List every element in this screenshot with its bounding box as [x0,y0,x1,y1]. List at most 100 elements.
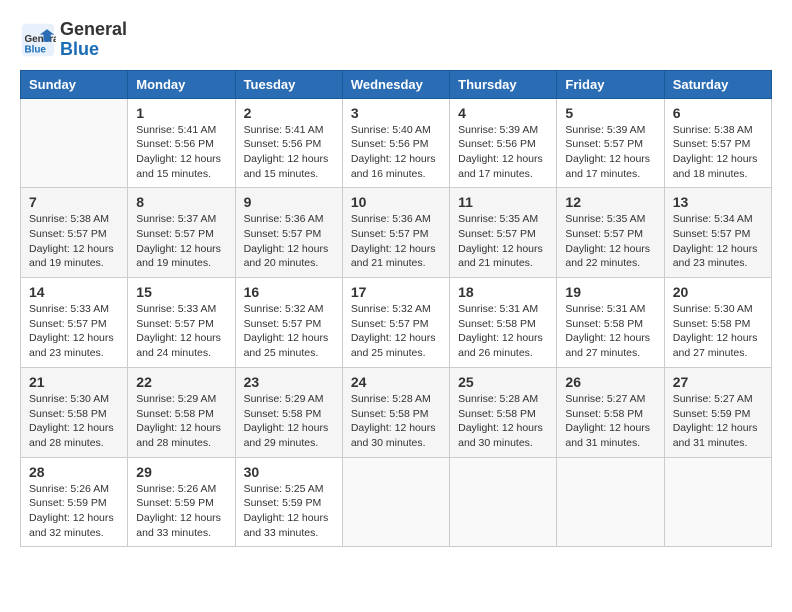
day-info: Sunrise: 5:36 AM Sunset: 5:57 PM Dayligh… [351,212,441,271]
day-number: 16 [244,284,334,300]
calendar-cell: 24 Sunrise: 5:28 AM Sunset: 5:58 PM Dayli… [342,367,449,457]
day-info: Sunrise: 5:28 AM Sunset: 5:58 PM Dayligh… [458,392,548,451]
calendar-cell: 11 Sunrise: 5:35 AM Sunset: 5:57 PM Dayli… [450,188,557,278]
calendar-cell: 19 Sunrise: 5:31 AM Sunset: 5:58 PM Dayli… [557,278,664,368]
day-number: 29 [136,464,226,480]
calendar-week-row: 7 Sunrise: 5:38 AM Sunset: 5:57 PM Daylig… [21,188,772,278]
calendar-header-row: SundayMondayTuesdayWednesdayThursdayFrid… [21,70,772,98]
column-header-sunday: Sunday [21,70,128,98]
day-info: Sunrise: 5:32 AM Sunset: 5:57 PM Dayligh… [351,302,441,361]
calendar-cell: 13Sunrise: 5:34 AM Sunset: 5:57 PM Dayli… [664,188,771,278]
logo-icon: General Blue [20,22,56,58]
calendar-cell: 29 Sunrise: 5:26 AM Sunset: 5:59 PM Dayli… [128,457,235,547]
calendar-week-row: 28Sunrise: 5:26 AM Sunset: 5:59 PM Dayli… [21,457,772,547]
day-number: 5 [565,105,655,121]
day-number: 17 [351,284,441,300]
day-info: Sunrise: 5:41 AM Sunset: 5:56 PM Dayligh… [244,123,334,182]
calendar-cell: 28Sunrise: 5:26 AM Sunset: 5:59 PM Dayli… [21,457,128,547]
day-number: 22 [136,374,226,390]
day-number: 9 [244,194,334,210]
day-info: Sunrise: 5:37 AM Sunset: 5:57 PM Dayligh… [136,212,226,271]
day-info: Sunrise: 5:33 AM Sunset: 5:57 PM Dayligh… [136,302,226,361]
calendar-cell [450,457,557,547]
day-info: Sunrise: 5:36 AM Sunset: 5:57 PM Dayligh… [244,212,334,271]
day-info: Sunrise: 5:28 AM Sunset: 5:58 PM Dayligh… [351,392,441,451]
calendar-cell: 16 Sunrise: 5:32 AM Sunset: 5:57 PM Dayli… [235,278,342,368]
svg-text:General: General [25,34,57,45]
column-header-wednesday: Wednesday [342,70,449,98]
day-number: 8 [136,194,226,210]
calendar-week-row: 1Sunrise: 5:41 AM Sunset: 5:56 PM Daylig… [21,98,772,188]
day-info: Sunrise: 5:38 AM Sunset: 5:57 PM Dayligh… [29,212,119,271]
calendar-week-row: 21 Sunrise: 5:30 AM Sunset: 5:58 PM Dayli… [21,367,772,457]
day-number: 6 [673,105,763,121]
calendar-week-row: 14 Sunrise: 5:33 AM Sunset: 5:57 PM Dayli… [21,278,772,368]
column-header-friday: Friday [557,70,664,98]
calendar-cell: 1Sunrise: 5:41 AM Sunset: 5:56 PM Daylig… [128,98,235,188]
day-info: Sunrise: 5:31 AM Sunset: 5:58 PM Dayligh… [565,302,655,361]
calendar-cell: 30 Sunrise: 5:25 AM Sunset: 5:59 PM Dayli… [235,457,342,547]
column-header-monday: Monday [128,70,235,98]
calendar-cell: 10 Sunrise: 5:36 AM Sunset: 5:57 PM Dayli… [342,188,449,278]
calendar-cell: 17 Sunrise: 5:32 AM Sunset: 5:57 PM Dayli… [342,278,449,368]
day-number: 19 [565,284,655,300]
day-info: Sunrise: 5:41 AM Sunset: 5:56 PM Dayligh… [136,123,226,182]
day-number: 13 [673,194,763,210]
day-info: Sunrise: 5:30 AM Sunset: 5:58 PM Dayligh… [673,302,763,361]
day-info: Sunrise: 5:31 AM Sunset: 5:58 PM Dayligh… [458,302,548,361]
day-number: 24 [351,374,441,390]
day-number: 11 [458,194,548,210]
calendar-cell: 15 Sunrise: 5:33 AM Sunset: 5:57 PM Dayli… [128,278,235,368]
calendar-cell: 3Sunrise: 5:40 AM Sunset: 5:56 PM Daylig… [342,98,449,188]
svg-text:Blue: Blue [25,44,47,55]
calendar-cell: 7 Sunrise: 5:38 AM Sunset: 5:57 PM Daylig… [21,188,128,278]
calendar-table: SundayMondayTuesdayWednesdayThursdayFrid… [20,70,772,548]
calendar-cell: 2 Sunrise: 5:41 AM Sunset: 5:56 PM Daylig… [235,98,342,188]
day-info: Sunrise: 5:40 AM Sunset: 5:56 PM Dayligh… [351,123,441,182]
day-number: 10 [351,194,441,210]
day-info: Sunrise: 5:39 AM Sunset: 5:56 PM Dayligh… [458,123,548,182]
day-info: Sunrise: 5:38 AM Sunset: 5:57 PM Dayligh… [673,123,763,182]
page-header: General Blue GeneralBlue [20,20,772,60]
logo-text: GeneralBlue [60,20,127,60]
day-number: 7 [29,194,119,210]
column-header-tuesday: Tuesday [235,70,342,98]
day-info: Sunrise: 5:29 AM Sunset: 5:58 PM Dayligh… [136,392,226,451]
day-number: 27 [673,374,763,390]
day-number: 18 [458,284,548,300]
calendar-cell [557,457,664,547]
calendar-cell: 8 Sunrise: 5:37 AM Sunset: 5:57 PM Daylig… [128,188,235,278]
day-info: Sunrise: 5:35 AM Sunset: 5:57 PM Dayligh… [458,212,548,271]
day-number: 21 [29,374,119,390]
day-number: 20 [673,284,763,300]
day-number: 26 [565,374,655,390]
calendar-cell [21,98,128,188]
calendar-cell: 9 Sunrise: 5:36 AM Sunset: 5:57 PM Daylig… [235,188,342,278]
calendar-cell: 25 Sunrise: 5:28 AM Sunset: 5:58 PM Dayli… [450,367,557,457]
day-info: Sunrise: 5:32 AM Sunset: 5:57 PM Dayligh… [244,302,334,361]
calendar-cell: 20 Sunrise: 5:30 AM Sunset: 5:58 PM Dayli… [664,278,771,368]
day-number: 2 [244,105,334,121]
calendar-cell: 4 Sunrise: 5:39 AM Sunset: 5:56 PM Daylig… [450,98,557,188]
calendar-cell: 21 Sunrise: 5:30 AM Sunset: 5:58 PM Dayli… [21,367,128,457]
day-info: Sunrise: 5:30 AM Sunset: 5:58 PM Dayligh… [29,392,119,451]
calendar-cell: 23 Sunrise: 5:29 AM Sunset: 5:58 PM Dayli… [235,367,342,457]
column-header-thursday: Thursday [450,70,557,98]
calendar-cell: 26Sunrise: 5:27 AM Sunset: 5:58 PM Dayli… [557,367,664,457]
day-number: 4 [458,105,548,121]
day-number: 25 [458,374,548,390]
column-header-saturday: Saturday [664,70,771,98]
day-number: 15 [136,284,226,300]
calendar-cell: 27 Sunrise: 5:27 AM Sunset: 5:59 PM Dayli… [664,367,771,457]
day-number: 23 [244,374,334,390]
day-number: 30 [244,464,334,480]
day-info: Sunrise: 5:27 AM Sunset: 5:59 PM Dayligh… [673,392,763,451]
day-info: Sunrise: 5:33 AM Sunset: 5:57 PM Dayligh… [29,302,119,361]
day-number: 14 [29,284,119,300]
day-number: 12 [565,194,655,210]
day-info: Sunrise: 5:25 AM Sunset: 5:59 PM Dayligh… [244,482,334,541]
calendar-cell: 18 Sunrise: 5:31 AM Sunset: 5:58 PM Dayli… [450,278,557,368]
day-info: Sunrise: 5:26 AM Sunset: 5:59 PM Dayligh… [136,482,226,541]
calendar-cell: 6 Sunrise: 5:38 AM Sunset: 5:57 PM Daylig… [664,98,771,188]
day-info: Sunrise: 5:29 AM Sunset: 5:58 PM Dayligh… [244,392,334,451]
